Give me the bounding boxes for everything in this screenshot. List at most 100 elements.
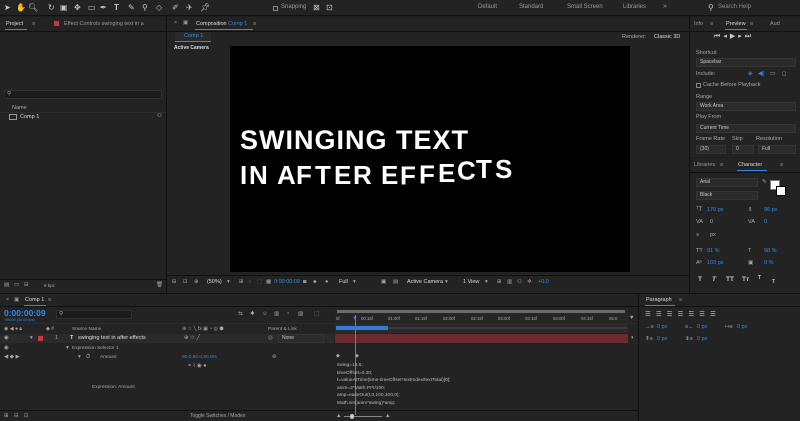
show-snapshot-icon[interactable]: ♣	[313, 279, 317, 286]
kerning-value[interactable]: 0	[710, 219, 713, 226]
workspace-standard[interactable]: Standard	[519, 4, 543, 10]
tab-composition[interactable]: Composition Comp 1	[196, 20, 247, 28]
interpret-footage-icon[interactable]: ▤	[4, 282, 9, 289]
subscript-button[interactable]: T	[772, 279, 775, 285]
workspace-default[interactable]: Default	[478, 4, 497, 10]
stroke-color-swatch[interactable]	[776, 186, 786, 196]
panel-menu-icon[interactable]: ≡	[679, 296, 682, 304]
frame-blending-icon[interactable]: ▥	[274, 311, 279, 318]
snapping-checkbox[interactable]	[273, 6, 278, 11]
comp-marker-bin[interactable]: ▼	[628, 315, 636, 324]
toggle-pixel-aspect-icon[interactable]: ⊞	[497, 279, 502, 286]
workspace-overflow-icon[interactable]: »	[663, 3, 667, 10]
region-of-interest-icon[interactable]: ⬚	[257, 279, 262, 286]
timecode-display[interactable]: 0:00:00:09	[274, 279, 300, 286]
pin-tool-icon[interactable]: 📌︎	[200, 3, 210, 13]
zoom-slider[interactable]	[344, 414, 382, 419]
flowchart-icon[interactable]: ⚇	[517, 279, 522, 286]
draft-3d-icon[interactable]: ✱	[250, 311, 255, 318]
expand-layer-icon[interactable]: ▾	[30, 335, 33, 342]
justify-center-icon[interactable]: ☰	[688, 311, 699, 318]
project-search-input[interactable]: ⚲	[4, 90, 162, 99]
graph-editor-icon[interactable]: ▨	[298, 311, 303, 318]
new-composition-icon[interactable]: ⊟	[24, 282, 29, 289]
zoom-in-icon[interactable]: ▲	[385, 413, 390, 420]
indent-left-value[interactable]: 0 px	[657, 324, 667, 331]
amount-value[interactable]: 90.0,90.0,90.0%	[182, 354, 217, 361]
type-tool-icon[interactable]: T	[114, 3, 119, 13]
skip-dropdown[interactable]: 0	[732, 145, 754, 154]
expand-selector-icon[interactable]: ▾	[66, 345, 69, 352]
include-audio-icon[interactable]: ◀)	[758, 71, 765, 78]
magnification-icon[interactable]: ⊕	[194, 279, 199, 286]
cache-before-playback-checkbox[interactable]	[696, 83, 701, 88]
delete-icon[interactable]: 🗑︎	[156, 282, 163, 289]
first-line-indent-value[interactable]: 0 px	[737, 324, 747, 331]
superscript-button[interactable]: T	[758, 275, 761, 281]
font-family-dropdown[interactable]: Arial	[696, 178, 758, 187]
tab-project[interactable]: Project	[6, 20, 23, 28]
tab-audio[interactable]: Aud	[770, 20, 780, 28]
close-tab-icon[interactable]: ×	[174, 19, 177, 27]
resolution-dropdown[interactable]: Full	[339, 279, 348, 286]
timeline-search-input[interactable]: ⚲	[56, 310, 132, 319]
parent-dropdown[interactable]: None	[278, 334, 324, 343]
resolution-dropdown[interactable]: Full	[758, 145, 796, 154]
flowchart-icon[interactable]: ⚇	[157, 113, 162, 120]
tab-preview[interactable]: Preview	[726, 20, 746, 28]
chevron-down-icon[interactable]: ▾	[485, 279, 488, 286]
frame-rate-dropdown[interactable]: (30)	[696, 145, 726, 154]
timeline-icon[interactable]: ▥	[507, 279, 512, 286]
project-item[interactable]: Comp 1	[0, 113, 166, 122]
snap-edges-icon[interactable]: ⊡	[326, 3, 333, 13]
workspace-libraries[interactable]: Libraries	[623, 4, 646, 10]
zoom-tool-icon[interactable]: 🔍︎	[28, 3, 38, 13]
current-time-display[interactable]: 0:00:00:09	[4, 308, 46, 318]
font-style-dropdown[interactable]: Black	[696, 191, 758, 200]
layer-end-icon[interactable]: ◑	[630, 335, 634, 341]
clone-stamp-tool-icon[interactable]: ⚲	[142, 3, 148, 13]
layer-switches[interactable]: ⊕ ☆ ╱	[184, 335, 200, 342]
toggle-switches-modes-button[interactable]: Toggle Switches / Modes	[190, 413, 245, 420]
space-after-value[interactable]: 0 px	[697, 336, 707, 343]
tracking-value[interactable]: 0	[764, 219, 767, 226]
leading-value[interactable]: 96 px	[764, 207, 777, 214]
primary-viewer-icon[interactable]: ⊡	[183, 279, 188, 286]
snapshot-icon[interactable]: ◙	[303, 279, 306, 286]
brush-tool-icon[interactable]: ✎	[128, 3, 135, 13]
hand-tool-icon[interactable]: ✋	[16, 3, 26, 13]
snap-options-icon[interactable]: ⊠	[313, 3, 320, 13]
chevron-down-icon[interactable]: ▾	[353, 279, 356, 286]
reset-exposure-icon[interactable]: ✲	[527, 279, 532, 286]
panel-menu-icon[interactable]: ≡	[780, 161, 783, 169]
puppet-tool-icon[interactable]: ✈	[186, 3, 193, 13]
horizontal-scale-value[interactable]: 98 %	[764, 248, 777, 255]
playhead-handle[interactable]: ▼	[352, 316, 358, 322]
close-tab-icon[interactable]: ×	[6, 296, 9, 304]
new-folder-icon[interactable]: ▭	[14, 282, 19, 289]
keyframe-nav-icon[interactable]: ◀ ◆ ▶	[4, 354, 20, 361]
roto-brush-tool-icon[interactable]: ✐	[172, 3, 179, 13]
transparency-grid-icon[interactable]: ▦	[266, 279, 271, 286]
first-frame-icon[interactable]: ⏮	[714, 33, 723, 40]
play-icon[interactable]: ▶	[730, 33, 738, 40]
link-icon[interactable]: ⊚	[272, 354, 277, 361]
expression-enable-icon[interactable]: = ⌇ ◉ ●	[188, 363, 207, 370]
3d-view-icon[interactable]: ▤	[393, 279, 398, 286]
align-left-icon[interactable]: ☰	[645, 311, 656, 318]
panel-menu-icon[interactable]: ≡	[720, 161, 723, 169]
stroke-unit[interactable]: px	[710, 232, 716, 239]
small-caps-button[interactable]: Tт	[742, 276, 749, 283]
panel-menu-icon[interactable]: ≡	[32, 20, 35, 28]
layer-row[interactable]: ◉ ▾ 1 T swinging text in after effects ⊕…	[0, 334, 334, 343]
video-toggle-icon[interactable]: ◉	[4, 335, 9, 342]
rectangle-tool-icon[interactable]: ▭	[88, 3, 96, 13]
zoom-out-icon[interactable]: ▲	[336, 413, 341, 420]
panel-menu-icon[interactable]: ≡	[710, 20, 713, 28]
comp-settings-icon[interactable]: ⊞	[4, 413, 9, 420]
renderer-value[interactable]: Classic 3D	[654, 34, 680, 41]
align-center-icon[interactable]: ☰	[656, 311, 667, 318]
work-area-bar[interactable]	[335, 324, 628, 333]
view-layout-dropdown[interactable]: 1 View	[463, 279, 479, 286]
include-layer-controls-icon[interactable]: ◻	[782, 71, 787, 78]
